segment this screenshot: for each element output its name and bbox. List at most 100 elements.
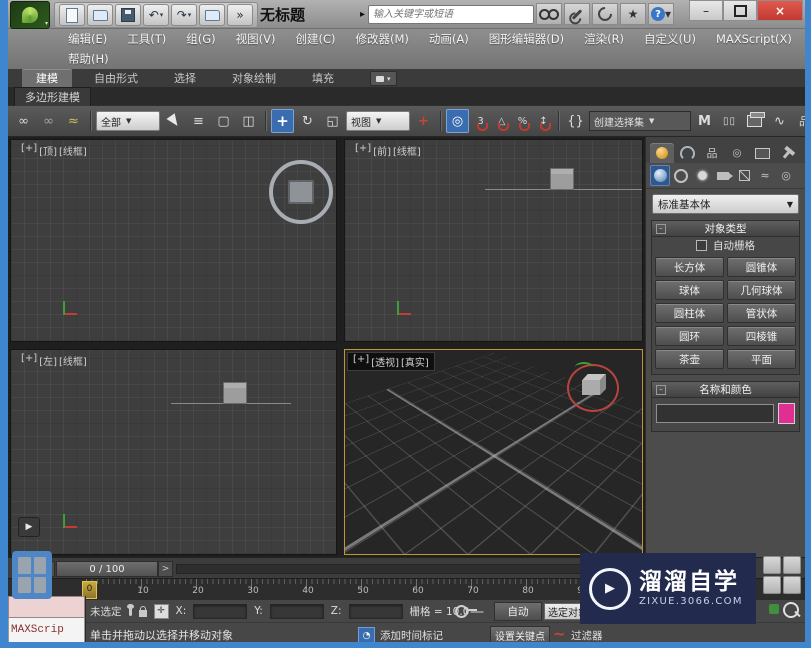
viewport-view-label[interactable]: [透视] (371, 354, 399, 369)
cameras-button[interactable] (713, 165, 733, 186)
rectangular-selection-region-button[interactable]: ▢ (212, 109, 235, 133)
tab-modify[interactable] (675, 143, 699, 163)
menu-graph-editors[interactable]: 图形编辑器(D) (479, 31, 574, 47)
subscription-button[interactable] (564, 3, 590, 25)
viewport-view-label[interactable]: [左] (39, 353, 57, 368)
search-expand-icon[interactable]: ▸ (360, 9, 365, 20)
communication-center-button[interactable] (592, 3, 618, 25)
menu-tools[interactable]: 工具(T) (117, 31, 176, 47)
select-and-manipulate-button[interactable]: + (412, 109, 435, 133)
viewport-view-label[interactable]: [前] (373, 143, 391, 158)
box-object[interactable] (550, 168, 574, 190)
snaps-toggle-button[interactable]: 3 (471, 109, 490, 133)
menu-rendering[interactable]: 渲染(R) (574, 31, 634, 47)
search-input[interactable] (368, 5, 534, 24)
menu-customize[interactable]: 自定义(U) (634, 31, 706, 47)
schematic-view-button[interactable]: 品 (793, 109, 805, 133)
expand-tray-button[interactable]: ▶ (18, 517, 40, 537)
viewport-shading-label[interactable]: [真实] (401, 354, 429, 369)
polygon-modeling-panel[interactable]: 多边形建模 (14, 87, 91, 106)
object-name-field[interactable] (656, 404, 774, 423)
frame-range-indicator[interactable]: 0 / 100 (56, 561, 158, 577)
select-and-link-button[interactable]: ∞ (12, 109, 35, 133)
menu-modifiers[interactable]: 修改器(M) (346, 31, 419, 47)
open-file-button[interactable] (87, 4, 113, 26)
window-crossing-button[interactable]: ◫ (237, 109, 260, 133)
window-panes-icon[interactable] (12, 551, 52, 599)
unlink-selection-button[interactable]: ∞ (37, 109, 60, 133)
undo-button[interactable]: ↶▾ (143, 4, 169, 26)
viewport-left[interactable]: [+] [左] [线框] (10, 349, 337, 555)
viewport-menu-plus[interactable]: [+] (21, 353, 37, 368)
maximize-button[interactable] (723, 0, 757, 21)
rollout-header[interactable]: – 对象类型 (652, 221, 799, 237)
macro-recorder-row[interactable] (8, 596, 85, 618)
autogrid-checkbox[interactable] (696, 240, 707, 251)
ribbon-tab-populate[interactable]: 填充 (298, 69, 348, 87)
close-button[interactable]: × (757, 0, 803, 21)
menu-help[interactable]: 帮助(H) (58, 51, 119, 67)
torus-button[interactable]: 圆环 (655, 326, 724, 346)
plane-button[interactable]: 平面 (727, 349, 796, 369)
auto-key-button[interactable]: 自动 (494, 602, 542, 621)
menu-create[interactable]: 创建(C) (285, 31, 345, 47)
viewport-shading-label[interactable]: [线框] (59, 143, 87, 158)
set-key-button[interactable]: 设置关键点 (490, 626, 550, 642)
tab-hierarchy[interactable]: 品 (700, 143, 724, 163)
ribbon-tab-object-paint[interactable]: 对象绘制 (218, 69, 290, 87)
lights-button[interactable] (692, 165, 712, 186)
viewport-front[interactable]: [+] [前] [线框] (344, 139, 643, 342)
reference-coordinate-dropdown[interactable]: 视图▼ (346, 111, 410, 131)
ribbon-tab-selection[interactable]: 选择 (160, 69, 210, 87)
key-filters-button[interactable]: 过滤器 (571, 628, 605, 642)
viewport-shading-label[interactable]: [线框] (393, 143, 421, 158)
selection-lock-pin-icon[interactable] (129, 607, 132, 616)
space-warps-button[interactable]: ≈ (755, 165, 775, 186)
minimize-button[interactable]: – (689, 0, 723, 21)
viewport-shading-label[interactable]: [线框] (59, 353, 87, 368)
cone-button[interactable]: 圆锥体 (727, 257, 796, 277)
menu-maxscript[interactable]: MAXScript(X) (706, 32, 802, 46)
listener-row[interactable]: MAXScrip (8, 618, 85, 642)
tab-utilities[interactable] (775, 143, 799, 163)
align-button[interactable]: ▯▯ (718, 109, 741, 133)
zoom-extents-button[interactable] (763, 556, 781, 574)
time-tag-icon[interactable]: ◔ (358, 627, 375, 642)
pan-button[interactable] (763, 576, 781, 594)
transform-typein-icon[interactable]: ✛ (154, 604, 169, 619)
systems-button[interactable]: ◎ (776, 165, 796, 186)
menu-edit[interactable]: 编辑(E) (58, 31, 117, 47)
maxscript-mini-listener[interactable]: MAXScrip (8, 596, 86, 642)
tube-button[interactable]: 管状体 (727, 303, 796, 323)
app-logo-button[interactable]: ▾ (10, 1, 50, 29)
sphere-button[interactable]: 球体 (655, 280, 724, 300)
add-time-tag[interactable]: 添加时间标记 (380, 628, 443, 642)
tab-create[interactable] (650, 143, 674, 163)
use-pivot-center-button[interactable]: ◎ (446, 109, 469, 133)
curve-editor-button[interactable]: ∿ (768, 109, 791, 133)
shapes-button[interactable] (671, 165, 691, 186)
favorites-button[interactable]: ★ (620, 3, 646, 25)
helpers-button[interactable] (734, 165, 754, 186)
tab-motion[interactable]: ◎ (725, 143, 749, 163)
maximize-viewport-button[interactable] (783, 576, 801, 594)
bind-to-space-warp-button[interactable]: ≈ (62, 109, 85, 133)
rotate-gizmo[interactable] (269, 160, 333, 224)
ribbon-display-toggle[interactable]: ▾ (370, 71, 397, 86)
save-file-button[interactable] (115, 4, 141, 26)
zoom-region-icon[interactable] (783, 602, 799, 618)
redo-button[interactable]: ↷▾ (171, 4, 197, 26)
menu-animation[interactable]: 动画(A) (419, 31, 479, 47)
z-coordinate-field[interactable] (349, 604, 403, 619)
select-and-rotate-button[interactable]: ↻ (296, 109, 319, 133)
search-button[interactable] (536, 3, 562, 25)
selection-filter-dropdown[interactable]: 全部▼ (96, 111, 160, 131)
isolate-selection-icon[interactable] (769, 604, 779, 614)
zoom-all-button[interactable] (783, 556, 801, 574)
menu-views[interactable]: 视图(V) (226, 31, 286, 47)
primitive-category-dropdown[interactable]: 标准基本体 ▼ (652, 194, 799, 214)
track-bar-groove[interactable] (176, 564, 633, 574)
select-and-move-button[interactable]: + (271, 109, 294, 133)
teapot-button[interactable]: 茶壶 (655, 349, 724, 369)
ribbon-tab-freeform[interactable]: 自由形式 (80, 69, 152, 87)
